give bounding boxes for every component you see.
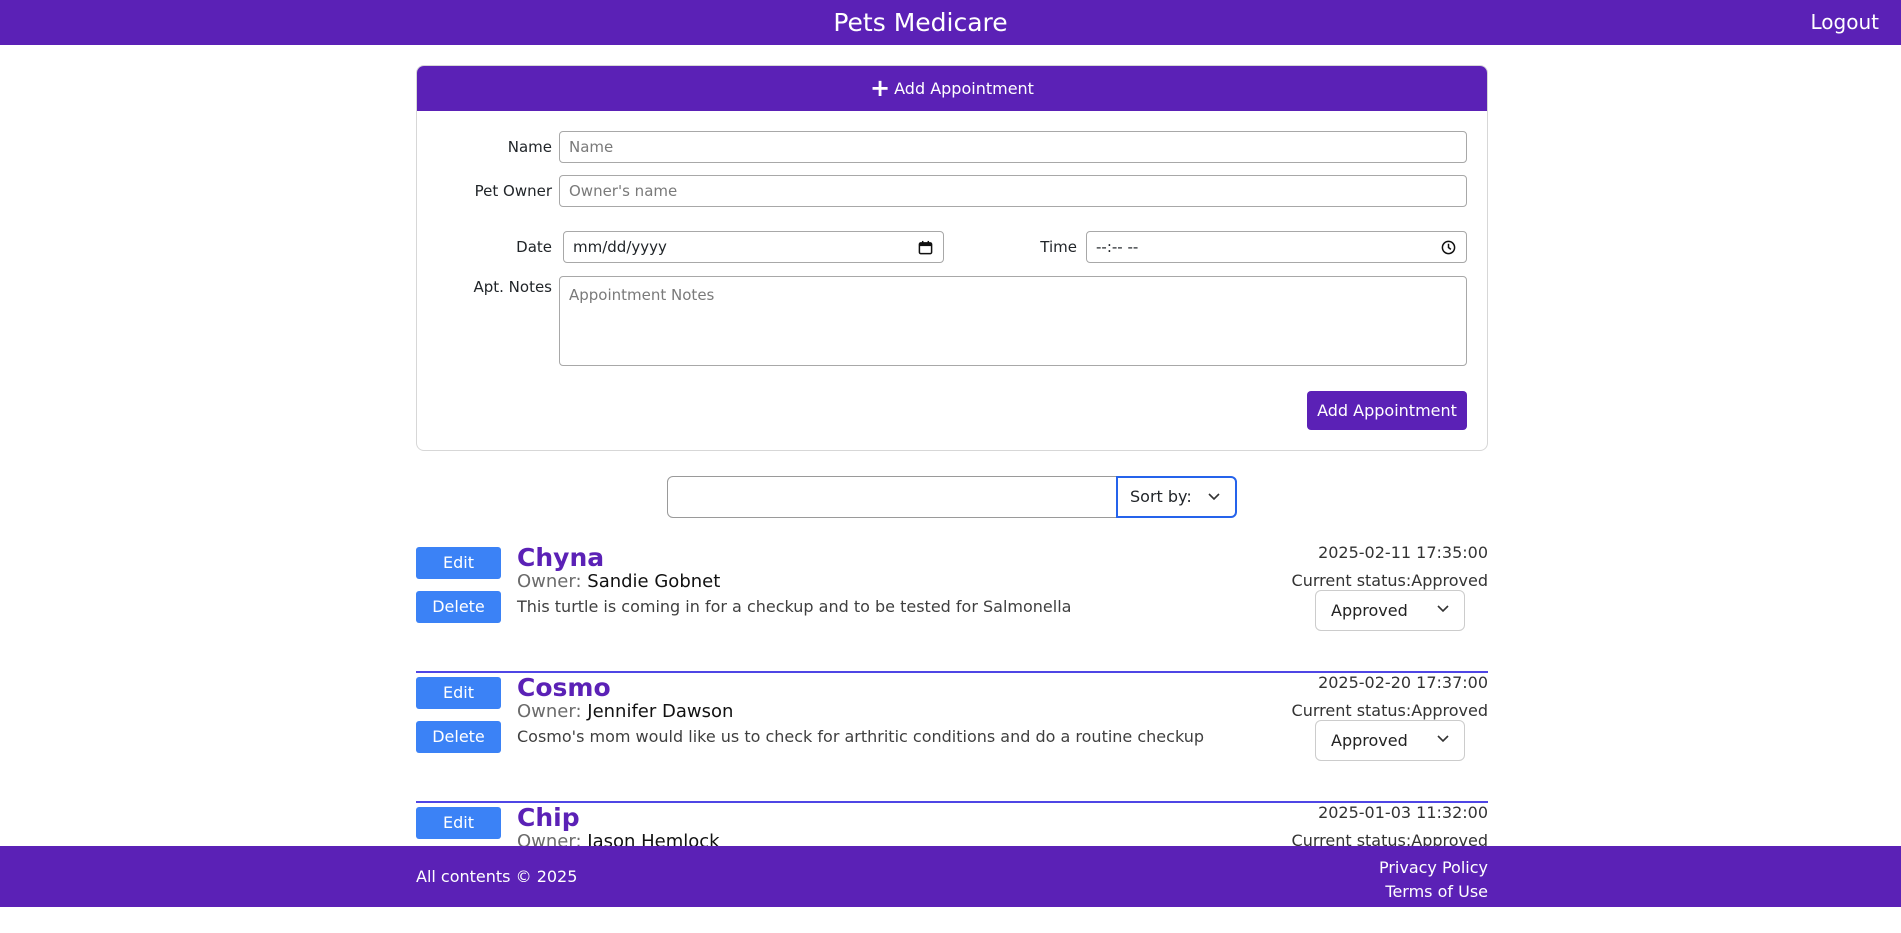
pet-name: Chip bbox=[517, 803, 580, 832]
date-input[interactable]: mm/dd/yyyy bbox=[563, 231, 944, 263]
date-label: Date bbox=[516, 238, 552, 256]
search-input[interactable] bbox=[667, 476, 1117, 518]
appointment-notes: This turtle is coming in for a checkup a… bbox=[517, 597, 1072, 616]
chevron-down-icon bbox=[1437, 605, 1449, 613]
appointment-datetime: 2025-02-11 17:35:00 bbox=[1318, 543, 1488, 562]
plus-icon: + bbox=[870, 74, 891, 102]
footer-links: Privacy Policy Terms of Use bbox=[1379, 856, 1488, 904]
privacy-policy-link[interactable]: Privacy Policy bbox=[1379, 856, 1488, 880]
apt-notes-label: Apt. Notes bbox=[473, 278, 552, 296]
delete-button[interactable]: Delete bbox=[416, 591, 501, 623]
owner-name: Jennifer Dawson bbox=[587, 701, 734, 722]
owner-label: Owner: bbox=[517, 701, 582, 722]
app-title: Pets Medicare bbox=[833, 8, 1008, 37]
name-label: Name bbox=[507, 138, 552, 156]
appointment-item: Edit Delete Cosmo Owner: Jennifer Dawson… bbox=[416, 673, 1488, 803]
add-appointment-toggle[interactable]: + Add Appointment bbox=[417, 66, 1487, 111]
appointment-datetime: 2025-01-03 11:32:00 bbox=[1318, 803, 1488, 822]
copyright-text: All contents © 2025 bbox=[416, 867, 578, 886]
add-appointment-header-label: Add Appointment bbox=[894, 79, 1034, 98]
edit-button[interactable]: Edit bbox=[416, 807, 501, 839]
status-select-value: Approved bbox=[1331, 601, 1408, 620]
status-select[interactable]: Approved bbox=[1315, 590, 1465, 631]
name-input[interactable] bbox=[559, 131, 1467, 163]
appointment-item: Edit Delete Chyna Owner: Sandie Gobnet T… bbox=[416, 543, 1488, 673]
date-input-value: mm/dd/yyyy bbox=[573, 238, 667, 256]
top-navbar: Pets Medicare Logout bbox=[0, 0, 1901, 45]
appointment-notes: Cosmo's mom would like us to check for a… bbox=[517, 727, 1205, 746]
sort-by-label: Sort by: bbox=[1130, 487, 1192, 506]
pet-name: Cosmo bbox=[517, 673, 611, 702]
calendar-icon[interactable] bbox=[918, 240, 933, 255]
chevron-down-icon bbox=[1437, 735, 1449, 743]
chevron-down-icon bbox=[1208, 493, 1220, 501]
pet-owner-label: Pet Owner bbox=[474, 182, 552, 200]
status-select[interactable]: Approved bbox=[1315, 720, 1465, 761]
edit-button[interactable]: Edit bbox=[416, 677, 501, 709]
footer: All contents © 2025 Privacy Policy Terms… bbox=[0, 846, 1901, 907]
owner-name-input[interactable] bbox=[559, 175, 1467, 207]
add-appointment-button[interactable]: Add Appointment bbox=[1307, 391, 1467, 430]
edit-button[interactable]: Edit bbox=[416, 547, 501, 579]
time-label: Time bbox=[1040, 238, 1077, 256]
owner-label: Owner: bbox=[517, 571, 582, 592]
appointment-notes-textarea[interactable] bbox=[559, 276, 1467, 366]
delete-button[interactable]: Delete bbox=[416, 721, 501, 753]
add-appointment-card: +Add Appointment Name Pet Owner Date mm/… bbox=[416, 65, 1488, 451]
sort-by-dropdown[interactable]: Sort by: bbox=[1116, 476, 1237, 518]
owner-line: Owner: Jennifer Dawson bbox=[517, 701, 733, 722]
current-status: Current status:Approved bbox=[1291, 701, 1488, 720]
owner-name: Sandie Gobnet bbox=[587, 571, 721, 592]
pet-name: Chyna bbox=[517, 543, 605, 572]
current-status: Current status:Approved bbox=[1291, 571, 1488, 590]
time-input[interactable]: --:-- -- bbox=[1086, 231, 1467, 263]
status-select-value: Approved bbox=[1331, 731, 1408, 750]
clock-icon[interactable] bbox=[1441, 240, 1456, 255]
terms-of-use-link[interactable]: Terms of Use bbox=[1379, 880, 1488, 904]
appointment-datetime: 2025-02-20 17:37:00 bbox=[1318, 673, 1488, 692]
owner-line: Owner: Sandie Gobnet bbox=[517, 571, 720, 592]
time-input-value: --:-- -- bbox=[1096, 238, 1139, 256]
logout-link[interactable]: Logout bbox=[1811, 0, 1879, 45]
